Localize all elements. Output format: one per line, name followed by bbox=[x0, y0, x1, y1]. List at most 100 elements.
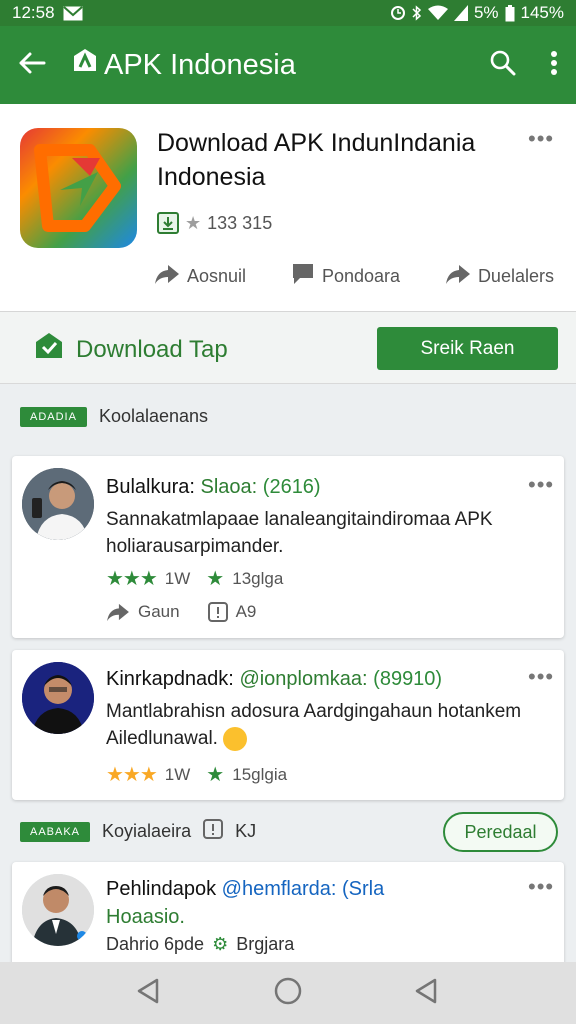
header-action-label: Duelalers bbox=[477, 266, 554, 286]
section-tag: AABAKA bbox=[20, 821, 91, 842]
review-author: Pehlindapok @hemflarda: (Srla bbox=[106, 878, 384, 901]
app-logo-icon bbox=[72, 48, 98, 82]
system-nav-bar bbox=[0, 962, 576, 1024]
review-action-label: Gaun bbox=[138, 602, 180, 621]
app-title-line2: Indonesia bbox=[157, 163, 266, 191]
review-meta: Dahrio 6pde ⚙ Brgjara bbox=[106, 934, 294, 955]
author-name: Kinrkapdnadk: bbox=[106, 668, 234, 690]
signal-icon bbox=[453, 5, 468, 21]
likes-count: 1W bbox=[164, 764, 191, 784]
download-tap-label: Download Tap bbox=[76, 335, 228, 363]
flag-box-icon bbox=[207, 602, 228, 622]
header-action-row: Aosnuil Pondoara Duelalers bbox=[154, 262, 554, 291]
review-share-action[interactable]: Gaun bbox=[106, 602, 180, 622]
header-action-label: Pondoara bbox=[321, 266, 401, 286]
review-body: Sannakatmlapaae lanaleangitaindiromaa AP… bbox=[106, 509, 493, 557]
avatar bbox=[22, 468, 94, 540]
header-action-1[interactable]: Aosnuil bbox=[154, 262, 246, 291]
status-time: 12:58 bbox=[12, 3, 55, 22]
download-bar: Download Tap Sreik Raen bbox=[0, 312, 576, 384]
author-name: Bulalkura: bbox=[106, 476, 195, 498]
battery-percent-small: 5% bbox=[473, 3, 499, 22]
wifi-icon bbox=[427, 5, 448, 21]
outline-action-button[interactable]: Peredaal bbox=[443, 812, 558, 852]
review-stats: ★★★ 1W ★ 15glgia bbox=[106, 762, 287, 787]
review-action-label: A9 bbox=[235, 602, 257, 621]
gmail-icon bbox=[62, 5, 83, 21]
review-flag-action[interactable]: A9 bbox=[207, 602, 257, 622]
section-extra: KJ bbox=[235, 821, 257, 841]
review-card[interactable]: Pehlindapok @hemflarda: (Srla ••• Hoaasi… bbox=[12, 862, 564, 972]
review-meta-text-b: Brgjara bbox=[236, 934, 295, 954]
download-badge-icon bbox=[157, 212, 179, 234]
bluetooth-icon bbox=[412, 5, 422, 21]
review-stats: ★★★ 1W ★ 13glga bbox=[106, 566, 283, 591]
review-more-icon[interactable]: ••• bbox=[528, 472, 554, 498]
battery-icon bbox=[505, 4, 515, 22]
votes-count: 15glgia bbox=[232, 764, 288, 784]
star-icon: ★ bbox=[206, 764, 225, 786]
star-rating: ★★★ bbox=[106, 764, 158, 786]
star-icon: ★ bbox=[206, 568, 225, 590]
author-handle: @hemflarda: (Srla bbox=[221, 878, 385, 900]
home-nav-icon[interactable] bbox=[273, 976, 303, 1011]
overflow-menu-icon[interactable] bbox=[550, 50, 558, 81]
review-author: Kinrkapdnadk: @ionplomkaa: (89910) bbox=[106, 668, 442, 691]
rating-row: ★ 133 315 bbox=[157, 212, 272, 234]
alarm-icon bbox=[390, 5, 406, 21]
emoji-icon bbox=[223, 726, 248, 751]
app-title: Download APK IndunIndania Indonesia bbox=[157, 126, 527, 194]
star-rating: ★★★ bbox=[106, 568, 158, 590]
flag-box-icon bbox=[203, 819, 224, 844]
battery-percent: 145% bbox=[520, 3, 564, 22]
tag-icon bbox=[34, 332, 64, 367]
star-icon: ★ bbox=[185, 212, 202, 233]
header-action-label: Aosnuil bbox=[187, 266, 247, 286]
app-bar-title: APK Indonesia bbox=[104, 48, 296, 81]
review-body-text: Mantlabrahisn adosura Aardgingahaun hota… bbox=[106, 701, 522, 749]
header-action-3[interactable]: Duelalers bbox=[445, 262, 554, 291]
download-tap[interactable]: Download Tap bbox=[34, 332, 228, 367]
votes-count: 13glga bbox=[232, 568, 284, 588]
review-actions: Gaun A9 bbox=[106, 602, 256, 622]
primary-action-button[interactable]: Sreik Raen bbox=[377, 327, 558, 370]
gear-icon: ⚙ bbox=[212, 934, 229, 954]
avatar bbox=[22, 874, 94, 946]
recents-nav-icon[interactable] bbox=[413, 977, 441, 1010]
header-action-2[interactable]: Pondoara bbox=[291, 262, 400, 291]
review-count: (2616) bbox=[262, 476, 321, 498]
section-title: Koyialaeira bbox=[102, 821, 192, 841]
back-arrow-icon[interactable] bbox=[18, 51, 46, 80]
app-icon[interactable] bbox=[20, 128, 137, 248]
back-nav-icon[interactable] bbox=[135, 977, 163, 1010]
rating-count: 133 315 bbox=[207, 212, 273, 233]
review-more-icon[interactable]: ••• bbox=[528, 664, 554, 690]
app-bar: APK Indonesia bbox=[0, 26, 576, 104]
review-more-icon[interactable]: ••• bbox=[528, 874, 554, 900]
avatar bbox=[22, 662, 94, 734]
review-subtitle: Hoaasio. bbox=[106, 906, 185, 928]
share-icon bbox=[445, 263, 471, 290]
share-icon bbox=[107, 603, 129, 622]
comment-icon bbox=[291, 262, 315, 291]
status-bar: 12:58 5% 145% bbox=[0, 0, 576, 26]
review-body: Mantlabrahisn adosura Aardgingahaun hota… bbox=[106, 698, 536, 752]
likes-count: 1W bbox=[164, 568, 191, 588]
section-header-1: ADADIA Koolalaenans bbox=[20, 406, 208, 427]
header-more-icon[interactable]: ••• bbox=[528, 126, 554, 152]
review-card[interactable]: Kinrkapdnadk: @ionplomkaa: (89910) ••• M… bbox=[12, 650, 564, 800]
review-card[interactable]: Bulalkura: Slaoa: (2616) ••• Sannakatmla… bbox=[12, 456, 564, 638]
section-title: Koolalaenans bbox=[98, 406, 209, 426]
author-handle: @ionplomkaa: bbox=[239, 668, 368, 690]
review-count: (89910) bbox=[373, 668, 443, 690]
author-handle: Slaoa: bbox=[200, 476, 258, 498]
section-tag: ADADIA bbox=[20, 406, 87, 427]
search-icon[interactable] bbox=[490, 50, 516, 81]
author-name: Pehlindapok bbox=[106, 878, 217, 900]
section-header-2: AABAKA Koyialaeira KJ bbox=[20, 819, 256, 844]
review-author: Bulalkura: Slaoa: (2616) bbox=[106, 476, 321, 499]
review-meta-text: Dahrio 6pde bbox=[106, 934, 205, 954]
share-icon bbox=[154, 263, 180, 290]
app-header-card: Download APK IndunIndania Indonesia ••• … bbox=[0, 104, 576, 312]
app-title-line1: Download APK IndunIndania bbox=[157, 129, 476, 157]
